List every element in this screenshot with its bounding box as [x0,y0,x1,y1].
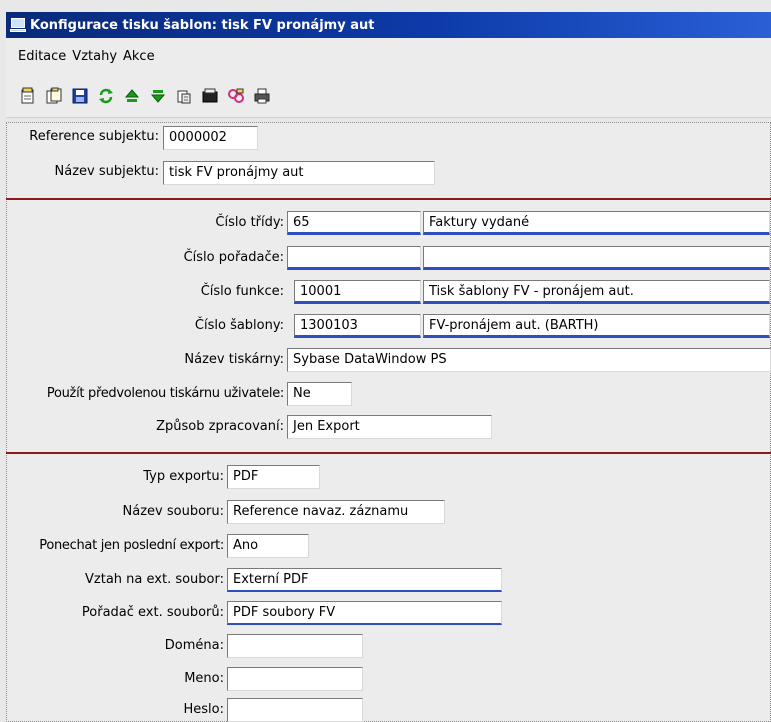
func-desc-field[interactable]: Tisk šablony FV - pronájem aut. [423,280,770,304]
ext-relation-label: Vztah na ext. soubor: [85,572,224,587]
class-field[interactable]: 65 [287,211,421,235]
processing-field[interactable]: Jen Export [287,415,492,439]
file-name-label: Název souboru: [122,504,224,519]
menu-editace[interactable]: Editace [18,49,66,64]
func-field[interactable]: 10001 [294,280,421,304]
refresh-icon[interactable] [94,84,118,108]
default-printer-label: Použít předvolenou tiskárnu uživatele: [46,386,284,401]
default-printer-field[interactable]: Ne [287,382,352,406]
ext-folder-label: Pořadač ext. souborů: [81,605,224,620]
window-title: Konfigurace tisku šablon: tisk FV pronáj… [30,17,375,33]
tpl-desc-field[interactable]: FV-pronájem aut. (BARTH) [423,314,770,338]
keep-last-field[interactable]: Ano [227,534,309,558]
file-name-field[interactable]: Reference navaz. záznamu [227,500,445,524]
toolbar [6,74,771,118]
computer-icon [10,18,26,32]
domain-label: Doména: [164,638,224,653]
domain-field[interactable] [227,634,363,658]
user-field[interactable] [227,667,363,691]
binder-field[interactable] [287,246,421,270]
save-icon[interactable] [68,84,92,108]
name-label: Název subjektu: [54,164,159,179]
printer-label: Název tiskárny: [184,352,284,367]
tpl-label: Číslo šablony: [194,318,284,333]
ext-folder-field[interactable]: PDF soubory FV [227,601,502,625]
printer-field[interactable]: Sybase DataWindow PS [287,348,771,372]
menu-akce[interactable]: Akce [123,49,155,64]
delete-icon[interactable] [198,84,222,108]
binder-label: Číslo pořadače: [183,250,284,265]
class-desc-field[interactable]: Faktury vydané [423,211,770,235]
ext-relation-field[interactable]: Externí PDF [227,568,502,592]
user-label: Meno: [184,671,224,686]
password-field[interactable] [227,698,363,722]
export-type-label: Typ exportu: [143,469,224,484]
title-bar: Konfigurace tisku šablon: tisk FV pronáj… [6,12,771,38]
name-field[interactable]: tisk FV pronájmy aut [163,161,435,185]
ref-field[interactable]: 0000002 [163,126,258,150]
print-icon[interactable] [250,84,274,108]
keep-last-label: Ponechat jen poslední export: [39,538,224,553]
move-down-icon[interactable] [146,84,170,108]
tpl-field[interactable]: 1300103 [294,314,421,338]
menu-bar: Editace Vztahy Akce [6,38,771,74]
menu-vztahy[interactable]: Vztahy [72,49,117,64]
processing-label: Způsob zpracovaní: [156,419,284,434]
new-doc-icon[interactable] [16,84,40,108]
paste-icon[interactable] [172,84,196,108]
relations-icon[interactable] [224,84,248,108]
binder-desc-field[interactable] [423,246,770,270]
func-label: Číslo funkce: [200,284,284,299]
export-type-field[interactable]: PDF [227,465,320,489]
password-label: Heslo: [183,702,225,717]
section-separator [6,452,771,454]
ref-label: Reference subjektu: [29,129,159,144]
section-separator [6,198,771,200]
copy-doc-icon[interactable] [42,84,66,108]
move-up-icon[interactable] [120,84,144,108]
class-label: Číslo třídy: [215,215,284,230]
app-window: Konfigurace tisku šablon: tisk FV pronáj… [0,0,771,722]
